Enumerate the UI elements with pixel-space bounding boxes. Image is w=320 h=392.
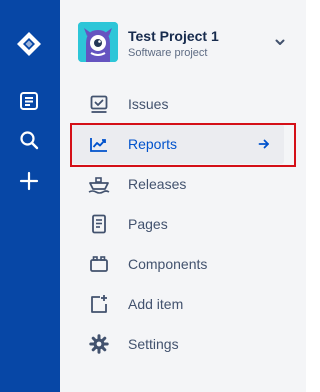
settings-icon [88, 333, 110, 355]
jira-logo-icon[interactable] [15, 30, 43, 58]
project-name: Test Project 1 [128, 28, 219, 44]
document-icon[interactable] [15, 87, 43, 115]
global-nav [0, 0, 60, 392]
sidebar-item-label: Pages [128, 216, 168, 232]
reports-icon [88, 133, 110, 155]
components-icon [88, 253, 110, 275]
sidebar-item-reports[interactable]: Reports [72, 124, 284, 164]
add-item-icon [88, 293, 110, 315]
arrow-right-icon [256, 136, 272, 152]
sidebar-item-releases[interactable]: Releases [72, 164, 284, 204]
chevron-down-icon[interactable] [270, 32, 290, 52]
sidebar-item-label: Reports [128, 136, 178, 152]
monster-avatar-icon [78, 22, 118, 62]
sidebar-item-label: Add item [128, 296, 184, 312]
releases-icon [88, 173, 110, 195]
sidebar-item-add-item[interactable]: Add item [72, 284, 284, 324]
sidebar-item-label: Components [128, 256, 208, 272]
sidebar-item-issues[interactable]: Issues [72, 84, 284, 124]
sidebar-item-pages[interactable]: Pages [72, 204, 284, 244]
sidebar-item-label: Settings [128, 336, 179, 352]
project-sidebar: Test Project 1 Software project Issues R… [60, 0, 306, 392]
sidebar-item-components[interactable]: Components [72, 244, 284, 284]
sidebar-item-label: Issues [128, 96, 169, 112]
pages-icon [88, 213, 110, 235]
issues-icon [88, 93, 110, 115]
project-type: Software project [128, 47, 208, 59]
search-icon[interactable] [15, 126, 43, 154]
plus-icon[interactable] [15, 167, 43, 195]
project-header[interactable]: Test Project 1 Software project [78, 22, 290, 68]
sidebar-item-settings[interactable]: Settings [72, 324, 284, 364]
sidebar-item-label: Releases [128, 176, 187, 192]
